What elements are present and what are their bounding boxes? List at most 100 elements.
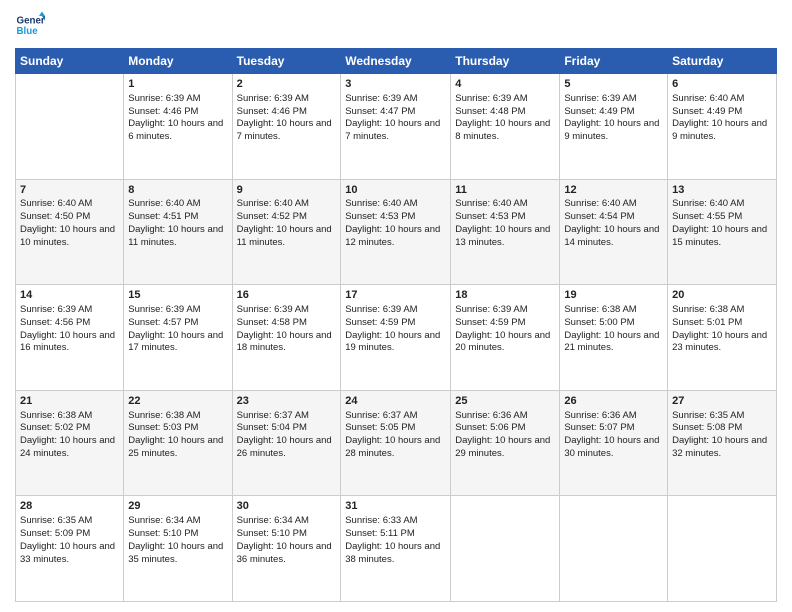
day-number: 9 — [237, 183, 337, 198]
sunrise-text: Sunrise: 6:40 AM — [237, 198, 309, 209]
daylight-text: Daylight: 10 hours and 13 minutes. — [455, 224, 550, 248]
calendar-header-row: SundayMondayTuesdayWednesdayThursdayFrid… — [16, 49, 777, 74]
sunrise-text: Sunrise: 6:38 AM — [20, 410, 92, 421]
day-number: 12 — [564, 183, 663, 198]
sunset-text: Sunset: 4:59 PM — [455, 317, 525, 328]
daylight-text: Daylight: 10 hours and 36 minutes. — [237, 541, 332, 565]
sunset-text: Sunset: 4:47 PM — [345, 106, 415, 117]
daylight-text: Daylight: 10 hours and 24 minutes. — [20, 435, 115, 459]
daylight-text: Daylight: 10 hours and 30 minutes. — [564, 435, 659, 459]
svg-text:General: General — [17, 16, 46, 27]
daylight-text: Daylight: 10 hours and 18 minutes. — [237, 330, 332, 354]
day-number: 28 — [20, 499, 119, 514]
sunrise-text: Sunrise: 6:39 AM — [345, 304, 417, 315]
logo: General Blue — [15, 10, 45, 40]
daylight-text: Daylight: 10 hours and 25 minutes. — [128, 435, 223, 459]
day-number: 13 — [672, 183, 772, 198]
sunset-text: Sunset: 5:01 PM — [672, 317, 742, 328]
daylight-text: Daylight: 10 hours and 23 minutes. — [672, 330, 767, 354]
calendar-cell: 4Sunrise: 6:39 AMSunset: 4:48 PMDaylight… — [451, 74, 560, 180]
sunrise-text: Sunrise: 6:39 AM — [20, 304, 92, 315]
sunrise-text: Sunrise: 6:40 AM — [20, 198, 92, 209]
day-number: 17 — [345, 288, 446, 303]
sunset-text: Sunset: 4:53 PM — [455, 211, 525, 222]
calendar-cell: 10Sunrise: 6:40 AMSunset: 4:53 PMDayligh… — [341, 179, 451, 285]
sunrise-text: Sunrise: 6:39 AM — [564, 93, 636, 104]
sunrise-text: Sunrise: 6:39 AM — [455, 304, 527, 315]
col-header-friday: Friday — [560, 49, 668, 74]
calendar-week-row: 1Sunrise: 6:39 AMSunset: 4:46 PMDaylight… — [16, 74, 777, 180]
day-number: 10 — [345, 183, 446, 198]
day-number: 27 — [672, 394, 772, 409]
calendar-cell: 2Sunrise: 6:39 AMSunset: 4:46 PMDaylight… — [232, 74, 341, 180]
daylight-text: Daylight: 10 hours and 6 minutes. — [128, 118, 223, 142]
sunset-text: Sunset: 4:58 PM — [237, 317, 307, 328]
daylight-text: Daylight: 10 hours and 16 minutes. — [20, 330, 115, 354]
day-number: 22 — [128, 394, 227, 409]
daylight-text: Daylight: 10 hours and 11 minutes. — [237, 224, 332, 248]
sunset-text: Sunset: 4:49 PM — [672, 106, 742, 117]
calendar-cell: 17Sunrise: 6:39 AMSunset: 4:59 PMDayligh… — [341, 285, 451, 391]
calendar-cell: 11Sunrise: 6:40 AMSunset: 4:53 PMDayligh… — [451, 179, 560, 285]
calendar-cell: 18Sunrise: 6:39 AMSunset: 4:59 PMDayligh… — [451, 285, 560, 391]
calendar-cell: 7Sunrise: 6:40 AMSunset: 4:50 PMDaylight… — [16, 179, 124, 285]
calendar-cell: 22Sunrise: 6:38 AMSunset: 5:03 PMDayligh… — [124, 390, 232, 496]
sunrise-text: Sunrise: 6:37 AM — [237, 410, 309, 421]
day-number: 7 — [20, 183, 119, 198]
calendar-week-row: 28Sunrise: 6:35 AM Sunset: 5:09 PM Dayligh… — [16, 496, 777, 602]
calendar-cell: 3Sunrise: 6:39 AMSunset: 4:47 PMDaylight… — [341, 74, 451, 180]
sunset-text: Sunset: 4:49 PM — [564, 106, 634, 117]
calendar-cell: 24Sunrise: 6:37 AMSunset: 5:05 PMDayligh… — [341, 390, 451, 496]
sunrise-text: Sunrise: 6:36 AM — [455, 410, 527, 421]
calendar-cell: 15Sunrise: 6:39 AMSunset: 4:57 PMDayligh… — [124, 285, 232, 391]
sunset-text: Sunset: 5:10 PM — [237, 528, 307, 539]
day-number: 5 — [564, 77, 663, 92]
calendar-cell: 29Sunrise: 6:34 AMSunset: 5:10 PMDayligh… — [124, 496, 232, 602]
calendar-cell: 28Sunrise: 6:35 AM Sunset: 5:09 PM Dayligh… — [16, 496, 124, 602]
daylight-text: Daylight: 10 hours and 33 minutes. — [20, 541, 115, 565]
sunrise-text: Sunrise: 6:39 AM — [237, 304, 309, 315]
daylight-text: Daylight: 10 hours and 28 minutes. — [345, 435, 440, 459]
sunrise-text: Sunrise: 6:33 AM — [345, 515, 417, 526]
sunset-text: Sunset: 5:08 PM — [672, 422, 742, 433]
day-number: 24 — [345, 394, 446, 409]
calendar-cell — [560, 496, 668, 602]
col-header-wednesday: Wednesday — [341, 49, 451, 74]
day-number: 30 — [237, 499, 337, 514]
sunrise-text: Sunrise: 6:34 AM — [237, 515, 309, 526]
sunset-text: Sunset: 5:10 PM — [128, 528, 198, 539]
sunset-text: Sunset: 5:06 PM — [455, 422, 525, 433]
calendar-cell — [668, 496, 777, 602]
daylight-text: Daylight: 10 hours and 11 minutes. — [128, 224, 223, 248]
daylight-text: Daylight: 10 hours and 12 minutes. — [345, 224, 440, 248]
calendar-cell: 9Sunrise: 6:40 AMSunset: 4:52 PMDaylight… — [232, 179, 341, 285]
calendar-cell — [16, 74, 124, 180]
daylight-text: Daylight: 10 hours and 9 minutes. — [672, 118, 767, 142]
day-number: 21 — [20, 394, 119, 409]
sunrise-text: Sunrise: 6:35 AM — [20, 515, 92, 526]
calendar-week-row: 14Sunrise: 6:39 AMSunset: 4:56 PMDayligh… — [16, 285, 777, 391]
day-number: 23 — [237, 394, 337, 409]
calendar-cell: 12Sunrise: 6:40 AMSunset: 4:54 PMDayligh… — [560, 179, 668, 285]
daylight-text: Daylight: 10 hours and 10 minutes. — [20, 224, 115, 248]
day-number: 11 — [455, 183, 555, 198]
calendar-cell — [451, 496, 560, 602]
daylight-text: Daylight: 10 hours and 29 minutes. — [455, 435, 550, 459]
sunset-text: Sunset: 5:02 PM — [20, 422, 90, 433]
calendar-cell: 13Sunrise: 6:40 AMSunset: 4:55 PMDayligh… — [668, 179, 777, 285]
sunset-text: Sunset: 4:48 PM — [455, 106, 525, 117]
calendar-cell: 21Sunrise: 6:38 AMSunset: 5:02 PM Dayligh… — [16, 390, 124, 496]
col-header-tuesday: Tuesday — [232, 49, 341, 74]
daylight-text: Daylight: 10 hours and 19 minutes. — [345, 330, 440, 354]
sunset-text: Sunset: 5:11 PM — [345, 528, 415, 539]
sunrise-text: Sunrise: 6:39 AM — [455, 93, 527, 104]
daylight-text: Daylight: 10 hours and 7 minutes. — [345, 118, 440, 142]
sunset-text: Sunset: 5:00 PM — [564, 317, 634, 328]
sunset-text: Sunset: 4:57 PM — [128, 317, 198, 328]
daylight-text: Daylight: 10 hours and 32 minutes. — [672, 435, 767, 459]
daylight-text: Daylight: 10 hours and 21 minutes. — [564, 330, 659, 354]
sunrise-text: Sunrise: 6:39 AM — [128, 304, 200, 315]
calendar-cell: 31Sunrise: 6:33 AMSunset: 5:11 PMDayligh… — [341, 496, 451, 602]
sunset-text: Sunset: 5:09 PM — [20, 528, 90, 539]
daylight-text: Daylight: 10 hours and 20 minutes. — [455, 330, 550, 354]
